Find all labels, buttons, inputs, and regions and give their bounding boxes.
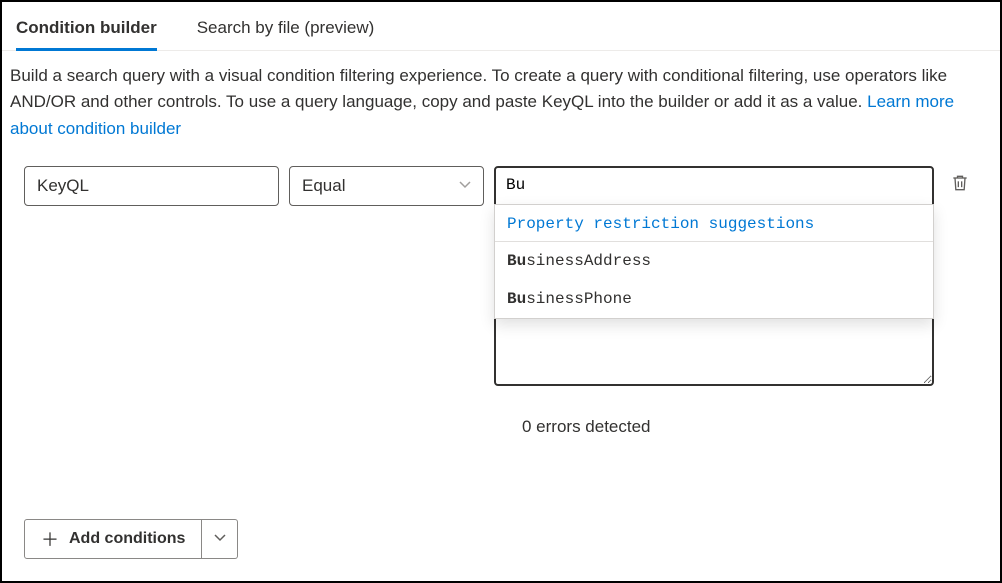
operator-dropdown[interactable]: Equal: [289, 166, 484, 206]
description-body: Build a search query with a visual condi…: [10, 66, 947, 111]
suggestion-item[interactable]: BusinessPhone: [495, 280, 933, 318]
suggestions-dropdown: Property restriction suggestions Busines…: [494, 204, 934, 319]
operator-dropdown-value: Equal: [302, 176, 345, 196]
delete-condition-button[interactable]: [950, 166, 970, 197]
errors-detected: 0 errors detected: [2, 389, 1000, 437]
value-wrap: Bu Property restriction suggestions Busi…: [494, 166, 934, 389]
add-conditions-split-button: ＋ Add conditions: [24, 519, 238, 559]
suggestion-match: Bu: [507, 290, 526, 308]
tab-search-by-file[interactable]: Search by file (preview): [197, 12, 375, 51]
trash-icon: [950, 181, 970, 197]
plus-icon: ＋: [41, 526, 59, 552]
chevron-down-icon: [214, 531, 226, 547]
field-dropdown-value: KeyQL: [37, 176, 89, 196]
suggestion-item[interactable]: BusinessAddress: [495, 242, 933, 280]
description-text: Build a search query with a visual condi…: [2, 51, 1000, 142]
tab-condition-builder[interactable]: Condition builder: [16, 12, 157, 51]
field-dropdown[interactable]: KeyQL: [24, 166, 279, 206]
chevron-down-icon: [459, 179, 471, 194]
suggestion-rest: sinessPhone: [526, 290, 632, 308]
suggestion-match: Bu: [507, 252, 526, 270]
add-conditions-label: Add conditions: [69, 530, 185, 548]
suggestions-header: Property restriction suggestions: [495, 205, 933, 242]
add-conditions-button[interactable]: ＋ Add conditions: [24, 519, 202, 559]
condition-row: KeyQL Equal Bu Property restriction sugg…: [2, 142, 1000, 389]
suggestion-rest: sinessAddress: [526, 252, 651, 270]
add-conditions-menu-button[interactable]: [202, 519, 238, 559]
tabs: Condition builder Search by file (previe…: [2, 2, 1000, 51]
